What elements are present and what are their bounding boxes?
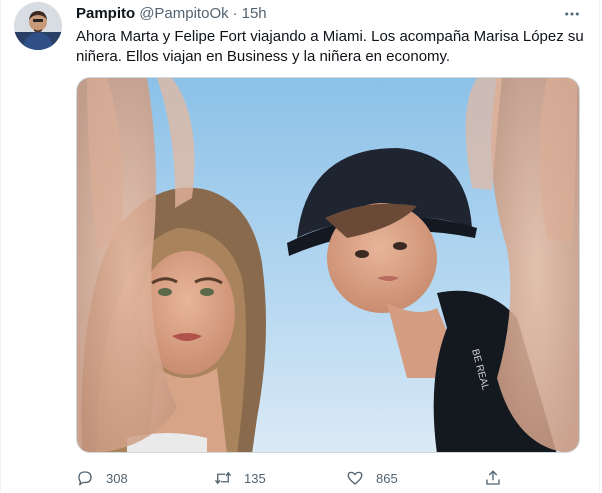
tweet-card[interactable]: Pampito @PampitoOk · 15h Ahora Marta y F… <box>0 0 602 493</box>
reply-icon <box>70 464 100 492</box>
avatar[interactable] <box>14 2 62 50</box>
retweet-icon <box>208 464 238 492</box>
right-border <box>599 0 600 493</box>
separator-dot: · <box>232 4 238 22</box>
reply-count: 308 <box>106 470 128 486</box>
more-dots-icon <box>565 12 579 16</box>
retweet-count: 135 <box>244 470 266 486</box>
retweet-button[interactable]: 135 <box>208 464 340 492</box>
like-button[interactable]: 865 <box>340 464 478 492</box>
display-name[interactable]: Pampito <box>76 5 135 22</box>
left-border <box>0 0 1 493</box>
heart-icon <box>340 464 370 492</box>
share-icon <box>478 464 508 492</box>
more-options-button[interactable] <box>560 2 584 26</box>
like-count: 865 <box>376 470 398 486</box>
photo-image: BE REAL <box>77 78 579 452</box>
reply-button[interactable]: 308 <box>70 464 208 492</box>
user-handle[interactable]: @PampitoOk <box>139 5 228 22</box>
tweet-photo[interactable]: BE REAL <box>76 77 580 453</box>
avatar-image <box>14 2 62 50</box>
tweet-header: Pampito @PampitoOk · 15h <box>76 3 562 23</box>
tweet-actions: 308 135 865 <box>70 464 510 492</box>
share-button[interactable] <box>478 464 508 492</box>
timestamp[interactable]: 15h <box>242 5 267 22</box>
tweet-text: Ahora Marta y Felipe Fort viajando a Mia… <box>76 28 584 65</box>
